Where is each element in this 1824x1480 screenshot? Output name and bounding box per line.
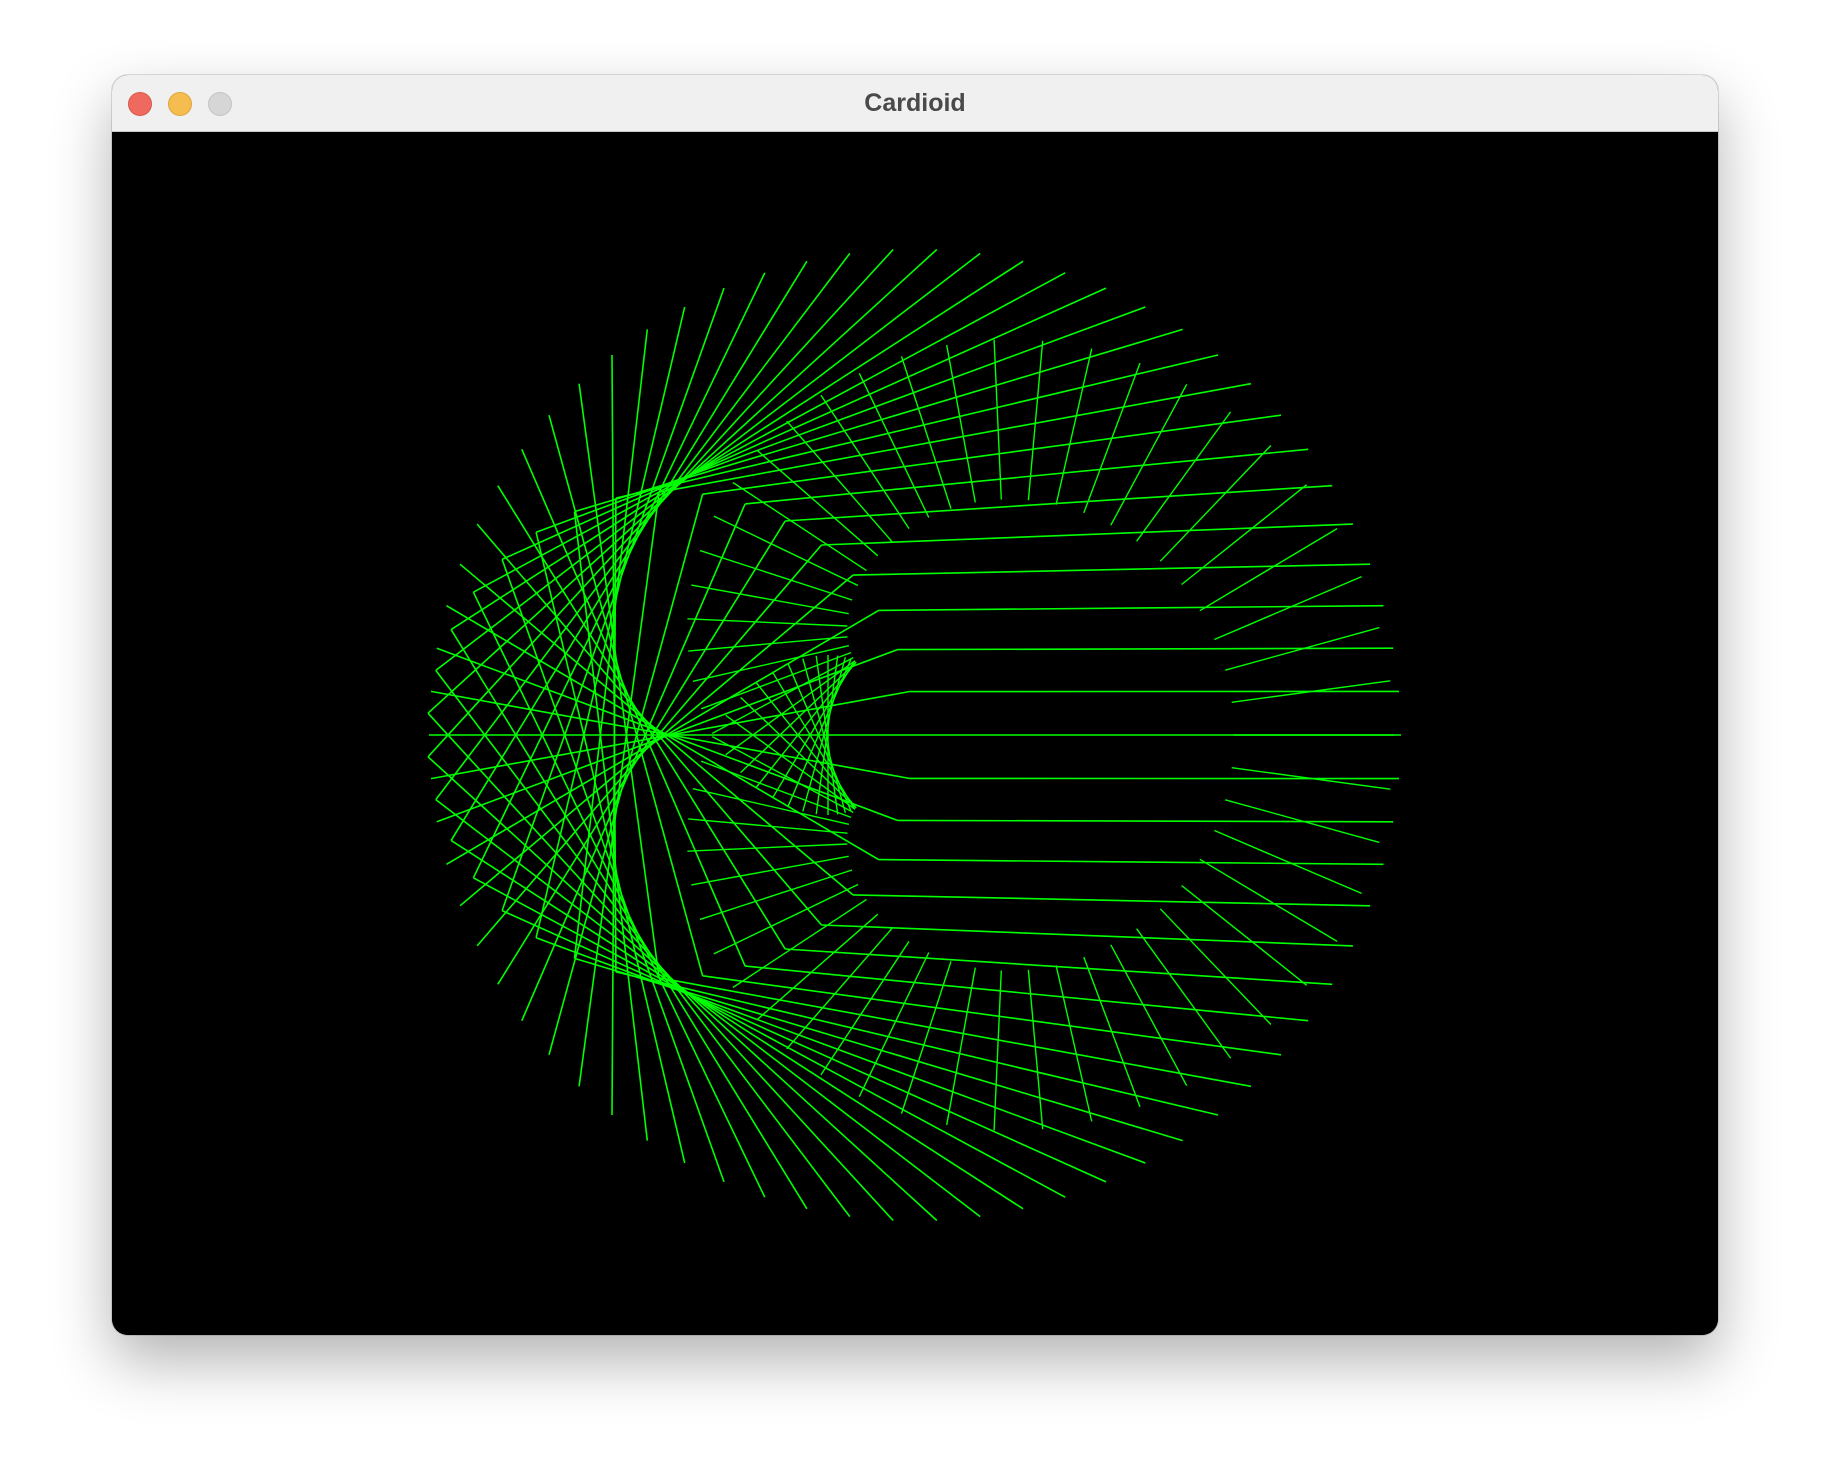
cardioid-envelope-segment	[699, 549, 853, 601]
cardioid-chord	[821, 924, 1353, 947]
cardioid-chord	[897, 647, 1394, 651]
cardioid-envelope-segment	[687, 618, 848, 627]
cardioid-chord	[702, 414, 1282, 495]
cardioid-envelope-segment	[756, 449, 879, 557]
drawing-canvas	[112, 132, 1718, 1335]
cardioid-envelope-segment	[1110, 944, 1188, 1087]
cardioid-chord	[878, 604, 1384, 612]
cardioid-drawing	[427, 248, 1401, 1222]
cardioid-envelope-segment	[699, 869, 853, 921]
cardioid-envelope-segment	[1181, 884, 1308, 986]
cardioid-chord	[501, 287, 725, 911]
cardioid-envelope-segment	[1199, 858, 1338, 943]
cardioid-envelope-segment	[755, 661, 857, 788]
cardioid-envelope-segment	[946, 967, 976, 1126]
app-window: Cardioid	[112, 75, 1718, 1335]
cardioid-chord	[446, 605, 880, 861]
cardioid-chord	[878, 858, 1384, 866]
cardioid-chord	[501, 287, 1107, 561]
cardioid-chord	[450, 839, 1024, 1210]
cardioid-envelope-segment	[1136, 928, 1232, 1059]
cardioid-chord	[435, 798, 981, 1218]
cardioid-chord	[897, 819, 1394, 823]
cardioid-chord	[501, 909, 1107, 1183]
cardioid-chord	[702, 975, 1282, 1056]
cardioid-chord	[535, 532, 686, 1164]
cardioid-chord	[473, 272, 1066, 593]
cardioid-envelope-segment	[1214, 575, 1362, 641]
cardioid-chord	[852, 894, 1371, 907]
cardioid-chord	[450, 260, 1024, 631]
cardioid-envelope-segment	[993, 970, 1002, 1131]
cardioid-envelope-segment	[1159, 908, 1272, 1025]
cardioid-envelope-segment	[993, 339, 1002, 500]
cardioid-envelope-segment	[687, 843, 848, 852]
cardioid-chord	[821, 523, 1353, 546]
window-title: Cardioid	[864, 89, 966, 117]
cardioid-chord	[852, 563, 1371, 576]
cardioid-envelope-segment	[1055, 348, 1093, 505]
cardioid-chord	[427, 248, 894, 758]
cardioid-envelope-segment	[1136, 411, 1232, 542]
cardioid-chord	[574, 328, 1183, 513]
cardioid-envelope-segment	[1159, 445, 1272, 562]
cardioid-envelope-segment	[1199, 527, 1338, 612]
cardioid-envelope-segment	[1055, 965, 1093, 1122]
cardioid-envelope-segment	[1181, 484, 1308, 586]
cardioid-chord	[535, 306, 686, 938]
cardioid-envelope-segment	[946, 344, 976, 503]
cardioid-chord	[435, 252, 981, 672]
cardioid-envelope-segment	[1110, 383, 1188, 526]
cardioid-envelope-segment	[756, 913, 879, 1021]
cardioid-envelope-segment	[1214, 829, 1362, 895]
title-bar[interactable]: Cardioid	[112, 75, 1718, 132]
